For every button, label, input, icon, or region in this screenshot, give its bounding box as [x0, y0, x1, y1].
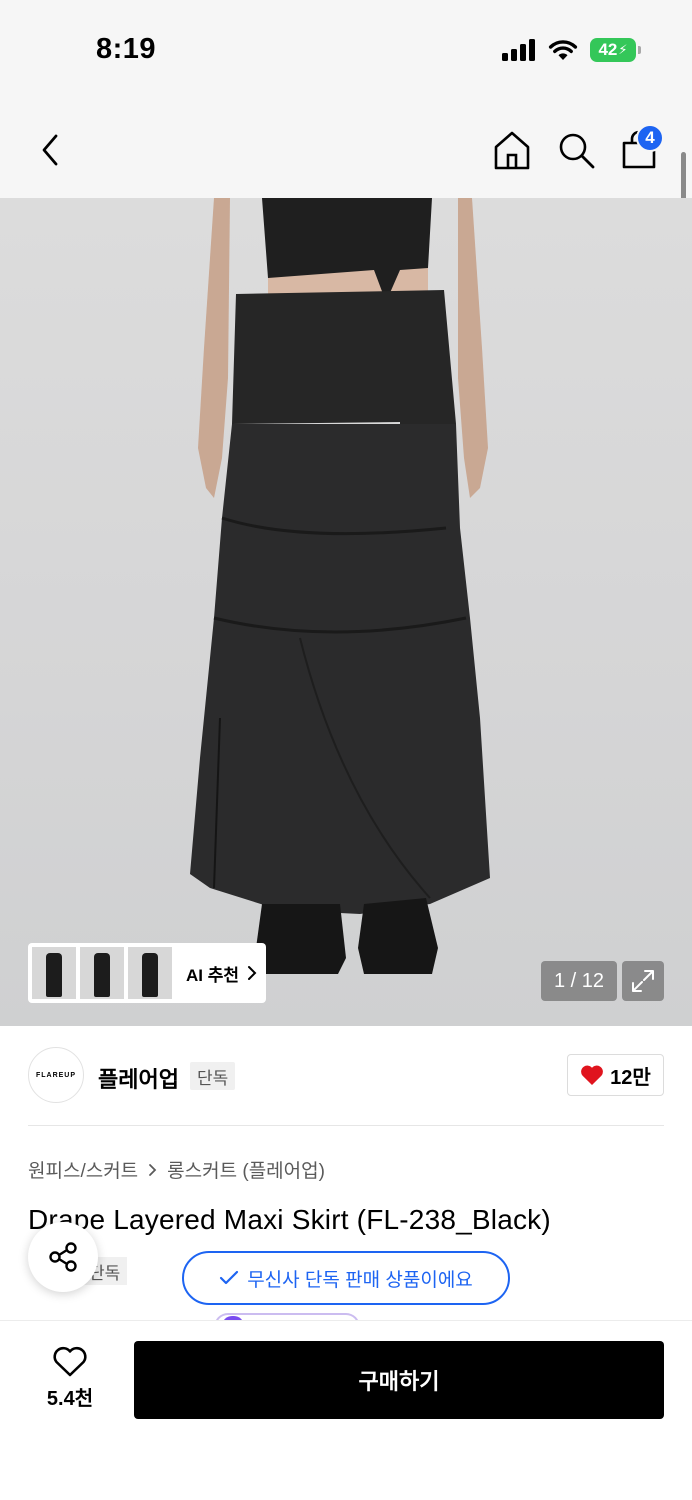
breadcrumb-category[interactable]: 원피스/스커트 [28, 1156, 138, 1183]
exclusive-notice-text: 무신사 단독 판매 상품이에요 [247, 1269, 473, 1291]
ai-recommend-label[interactable]: AI 추천 [186, 961, 257, 986]
status-bar: 8:19 42 ⚡ [0, 0, 692, 100]
exclusive-notice-pill[interactable]: 무신사 단독 판매 상품이에요 [182, 1251, 510, 1305]
ai-recommend-strip[interactable]: AI 추천 [28, 943, 266, 1003]
ai-thumbnail[interactable] [80, 947, 124, 999]
status-icons: 42 ⚡ [502, 38, 641, 62]
check-icon [220, 1270, 239, 1285]
wishlist-button[interactable]: 5.4천 [28, 1346, 112, 1416]
brand-logo-text: FLAREUP [35, 1071, 77, 1079]
divider [28, 1125, 664, 1126]
ai-thumbnail[interactable] [128, 947, 172, 999]
brand-like-count: 12만 [610, 1066, 651, 1089]
chevron-right-icon [248, 966, 257, 980]
wishlist-count: 5.4천 [46, 1388, 94, 1410]
home-icon[interactable] [490, 128, 534, 172]
breadcrumb: 원피스/스커트 롱스커트 (플레어업) [28, 1156, 325, 1183]
brand-exclusive-badge: 단독 [190, 1062, 236, 1090]
bolt-icon: ⚡ [618, 42, 628, 57]
brand-like-button[interactable]: 12만 [567, 1054, 664, 1096]
brand-name[interactable]: 플레어업 [98, 1062, 179, 1094]
product-image[interactable] [0, 198, 692, 1026]
ai-recommend-text: AI 추천 [186, 965, 240, 985]
product-photo-illustration [190, 198, 490, 974]
nav-bar [0, 100, 692, 198]
cellular-signal-icon [502, 39, 535, 61]
chevron-right-icon [149, 1163, 157, 1176]
breadcrumb-subcategory[interactable]: 롱스커트 (플레어업) [167, 1156, 325, 1183]
wifi-icon [548, 40, 578, 60]
heart-filled-icon [581, 1065, 604, 1085]
back-chevron-icon[interactable] [30, 128, 70, 172]
image-counter: 1 / 12 [541, 961, 617, 1001]
share-icon [49, 1242, 77, 1272]
brand-logo[interactable]: FLAREUP [28, 1047, 84, 1103]
cart-count-badge: 4 [636, 124, 664, 152]
battery-level: 42 [598, 40, 618, 59]
expand-icon[interactable] [622, 961, 664, 1001]
ai-thumbnail[interactable] [32, 947, 76, 999]
buy-button[interactable]: 구매하기 [134, 1341, 664, 1419]
search-icon[interactable] [554, 128, 598, 172]
status-time: 8:19 [96, 33, 157, 65]
battery-charging-icon: 42 ⚡ [590, 38, 641, 62]
share-button[interactable] [28, 1222, 98, 1292]
heart-outline-icon [53, 1346, 87, 1377]
product-title: Drape Layered Maxi Skirt (FL-238_Black) [28, 1204, 551, 1235]
